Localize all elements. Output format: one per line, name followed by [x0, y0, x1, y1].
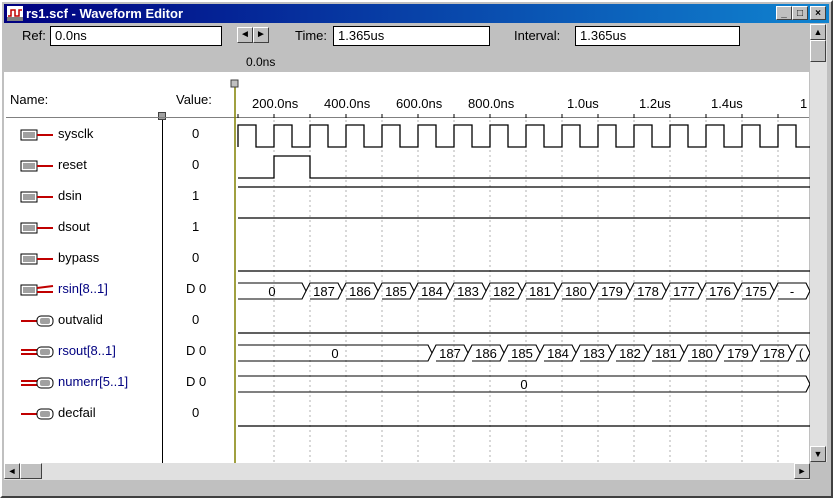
scroll-up-button[interactable]: ▲ [810, 24, 826, 40]
next-transition-button[interactable]: ► [253, 27, 269, 43]
sysclk-trace [237, 124, 810, 148]
rsin-value: 186 [349, 284, 371, 299]
rsin-value: 178 [637, 284, 659, 299]
time-tick-label: 1.4us [711, 96, 743, 111]
rsout-value: 180 [691, 346, 713, 361]
time-tick-label: 400.0ns [324, 96, 371, 111]
rsin-value: - [790, 284, 794, 299]
time-field[interactable]: 1.365us [333, 26, 490, 46]
rsin-value: 181 [529, 284, 551, 299]
rsin-value: 182 [493, 284, 515, 299]
time-tick-label: 1.0us [567, 96, 599, 111]
time-tick-label: 200.0ns [252, 96, 299, 111]
vertical-scroll-thumb[interactable] [810, 40, 826, 62]
rsout-value: 0 [331, 346, 338, 361]
horizontal-scrollbar[interactable]: ◄ ► [4, 463, 810, 480]
rsout-value: 184 [547, 346, 569, 361]
rsout-value: 178 [763, 346, 785, 361]
ref-label: Ref: [22, 28, 46, 43]
rsout-value: 187 [439, 346, 461, 361]
window-title: rs1.scf - Waveform Editor [26, 6, 184, 21]
time-axis: 200.0ns 400.0ns 600.0ns 800.0ns 1.0us 1.… [252, 96, 807, 111]
rsin-value: 184 [421, 284, 443, 299]
interval-field[interactable]: 1.365us [575, 26, 740, 46]
scroll-down-button[interactable]: ▼ [810, 446, 826, 462]
ref-field[interactable]: 0.0ns [50, 26, 222, 46]
rsout-value: ( [799, 346, 804, 361]
waveforms: 0 187 186 185 184 183 182 181 180 179 178 177 176 175… [237, 124, 810, 427]
numerr-value: 0 [520, 377, 527, 392]
title-bar[interactable]: rs1.scf - Waveform Editor _ □ × [4, 4, 829, 23]
rsout-value: 185 [511, 346, 533, 361]
waveform-canvas[interactable]: 200.0ns 400.0ns 600.0ns 800.0ns 1.0us 1.… [2, 62, 810, 464]
rsin-value: 187 [313, 284, 335, 299]
rsin-value: 177 [673, 284, 695, 299]
rsout-value: 183 [583, 346, 605, 361]
rsin-value: 185 [385, 284, 407, 299]
rsout-value: 179 [727, 346, 749, 361]
rsin-value: 175 [745, 284, 767, 299]
rsin-value: 180 [565, 284, 587, 299]
interval-label: Interval: [514, 28, 561, 43]
time-tick-label: 1 [800, 96, 807, 111]
horizontal-scroll-thumb[interactable] [20, 463, 42, 479]
rsin-value: 0 [268, 284, 275, 299]
waveform-editor-window: rs1.scf - Waveform Editor _ □ × Ref: 0.0… [0, 0, 833, 498]
rsin-value: 183 [457, 284, 479, 299]
time-label: Time: [295, 28, 328, 43]
app-icon [7, 6, 23, 21]
vertical-scrollbar[interactable]: ▲ ▼ [810, 24, 827, 462]
rsout-value: 181 [655, 346, 677, 361]
minimize-button[interactable]: _ [776, 6, 792, 20]
time-tick-label: 1.2us [639, 96, 671, 111]
time-tick-label: 600.0ns [396, 96, 443, 111]
rsin-value: 179 [601, 284, 623, 299]
scroll-right-button[interactable]: ► [794, 463, 810, 479]
rsout-value: 182 [619, 346, 641, 361]
cursor-handle[interactable] [230, 79, 239, 88]
reset-trace [238, 155, 810, 179]
close-button[interactable]: × [810, 6, 826, 20]
rsin-value: 176 [709, 284, 731, 299]
scroll-left-button[interactable]: ◄ [4, 463, 20, 479]
prev-transition-button[interactable]: ◄ [237, 27, 253, 43]
time-tick-label: 800.0ns [468, 96, 515, 111]
maximize-button[interactable]: □ [792, 6, 808, 20]
rsout-value: 186 [475, 346, 497, 361]
size-grip[interactable] [810, 462, 827, 479]
